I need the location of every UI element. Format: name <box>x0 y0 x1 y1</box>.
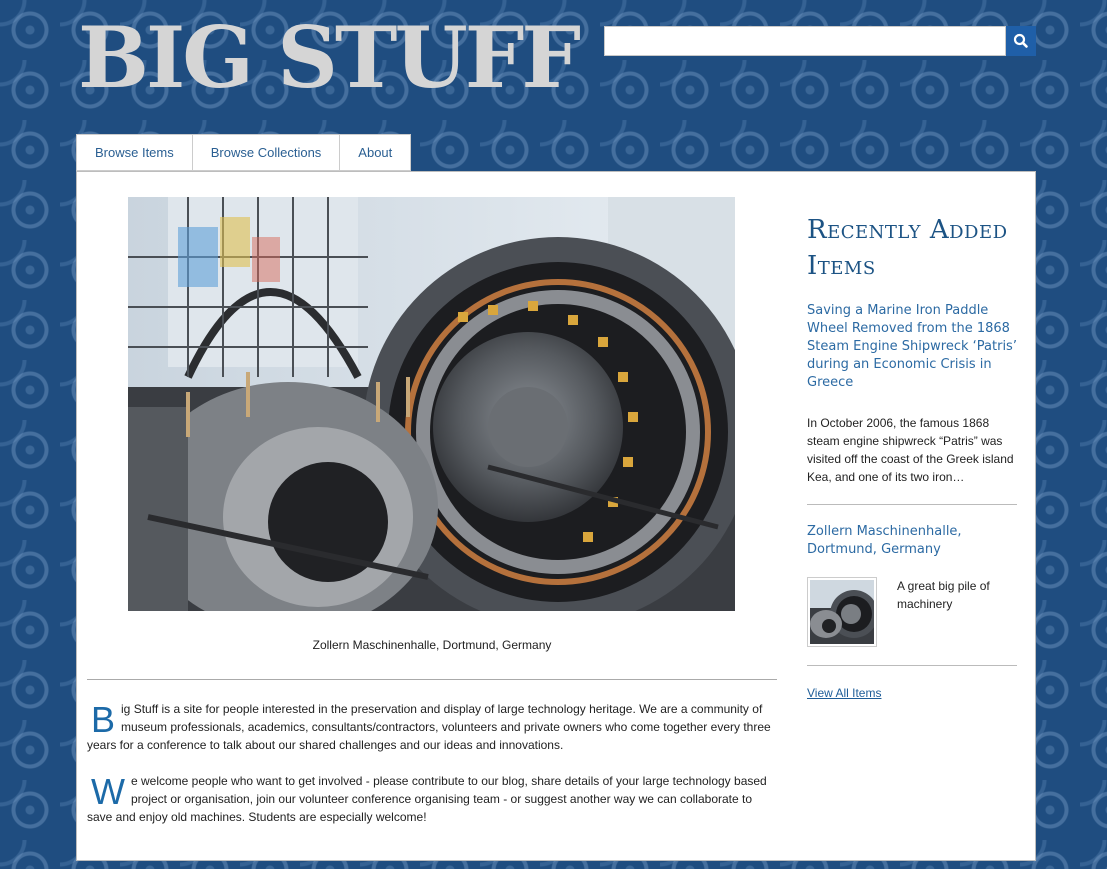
intro-text: ig Stuff is a site for people interested… <box>87 702 771 752</box>
recent-items-sidebar: Recently Added Items Saving a Marine Iro… <box>807 212 1017 700</box>
featured-caption: Zollern Maschinenhalle, Dortmund, German… <box>312 638 552 652</box>
divider <box>87 679 777 680</box>
main-content: Zollern Maschinenhalle, Dortmund, German… <box>76 171 1036 861</box>
site-title[interactable]: BIG STUFF <box>78 16 581 100</box>
drop-cap: W <box>91 771 125 812</box>
divider <box>807 504 1017 505</box>
welcome-text: e welcome people who want to get involve… <box>87 774 767 824</box>
nav-browse-collections[interactable]: Browse Collections <box>191 134 340 171</box>
nav-browse-items[interactable]: Browse Items <box>76 134 192 171</box>
recent-item-title[interactable]: Zollern Maschinenhalle, Dortmund, German… <box>807 523 1017 559</box>
recent-item-description: In October 2006, the famous 1868 steam e… <box>807 416 1014 484</box>
recent-item-thumbnail[interactable] <box>807 577 878 647</box>
recent-item-description: A great big pile of machinery <box>897 579 990 611</box>
featured-image[interactable] <box>128 197 735 611</box>
search-form <box>604 26 1036 56</box>
divider <box>807 665 1017 666</box>
intro-paragraph: B ig Stuff is a site for people interest… <box>87 700 777 754</box>
nav-about[interactable]: About <box>339 134 412 171</box>
main-nav: Browse Items Browse Collections About <box>76 134 412 171</box>
search-input[interactable] <box>604 26 1006 56</box>
view-all-items-link[interactable]: View All Items <box>807 686 1017 700</box>
search-button[interactable] <box>1006 26 1036 56</box>
search-icon <box>1013 33 1028 48</box>
recent-item-title[interactable]: Saving a Marine Iron Paddle Wheel Remove… <box>807 302 1017 392</box>
recent-items-heading: Recently Added Items <box>807 215 1008 281</box>
drop-cap: B <box>91 699 116 740</box>
welcome-paragraph: W e welcome people who want to get invol… <box>87 772 777 826</box>
